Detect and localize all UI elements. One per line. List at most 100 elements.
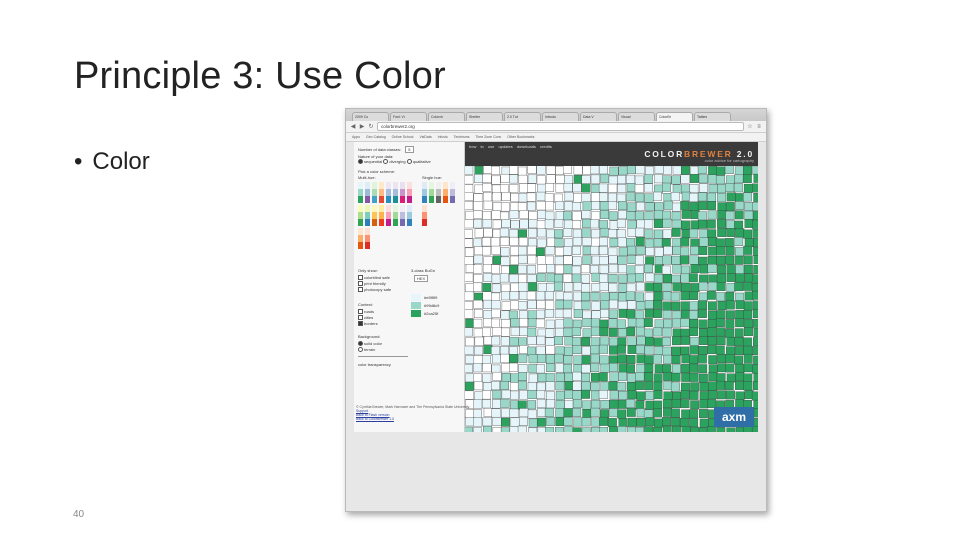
browser-tab[interactable]: Visual: [618, 112, 655, 121]
county-cell: [609, 345, 618, 355]
checkbox-label: cities: [364, 315, 374, 320]
county-cell: [734, 255, 744, 265]
bookmark-item[interactable]: Infovis: [438, 135, 448, 139]
county-cell: [698, 192, 707, 202]
county-cell: [581, 283, 591, 293]
county-cell: [500, 291, 510, 301]
county-cell: [635, 193, 645, 203]
radio-qualitative[interactable]: [406, 159, 412, 165]
county-cell: [662, 364, 672, 374]
county-cell: [608, 381, 618, 391]
radio[interactable]: [358, 341, 363, 347]
county-map[interactable]: [465, 166, 758, 432]
county-cell: [582, 237, 592, 246]
county-cell: [527, 327, 537, 337]
browser-tab[interactable]: Data V: [580, 112, 617, 121]
county-cell: [743, 310, 753, 319]
county-cell: [536, 166, 546, 175]
county-cell: [537, 373, 547, 383]
data-classes-label: Number of data classes:: [358, 147, 402, 152]
county-cell: [600, 292, 610, 302]
county-cell: [616, 319, 626, 329]
county-cell: [581, 228, 591, 238]
radio-diverging[interactable]: [383, 159, 389, 165]
bookmark-item[interactable]: VisData: [419, 135, 431, 139]
reload-icon[interactable]: ↻: [368, 123, 374, 130]
class-swatch-mid: [411, 302, 421, 309]
class-swatch-light: [411, 294, 421, 301]
menu-icon[interactable]: ≡: [756, 124, 762, 130]
county-cell: [644, 363, 654, 373]
browser-tab[interactable]: Colorch: [428, 112, 465, 121]
county-cell: [634, 310, 644, 320]
radio-label: terrain: [364, 347, 376, 352]
bookmark-item[interactable]: Online School: [392, 135, 414, 139]
county-cell: [725, 353, 735, 363]
top-nav[interactable]: how to use updates downloads credits: [469, 144, 552, 149]
browser-tab[interactable]: Fwd: Vi: [390, 112, 427, 121]
hex-value[interactable]: #e5f5f9: [424, 295, 437, 300]
browser-tab-active[interactable]: ColorBr: [656, 112, 693, 121]
bookmark-item[interactable]: Apps: [352, 135, 360, 139]
browser-tab[interactable]: 2009 Co: [352, 112, 389, 121]
county-cell: [518, 310, 528, 320]
hex-value[interactable]: #2ca25f: [424, 311, 438, 316]
checkbox[interactable]: [358, 309, 363, 315]
back-arrow-icon[interactable]: ◀: [350, 123, 356, 130]
county-cell: [616, 219, 626, 228]
browser-tab[interactable]: 2.0 Tut: [504, 112, 541, 121]
footer-link[interactable]: Back to ColorBrewer 1.0: [356, 417, 756, 421]
county-cell: [653, 291, 663, 301]
data-classes-row: Number of data classes: 5: [358, 146, 414, 153]
forward-arrow-icon[interactable]: ▶: [359, 123, 365, 130]
browser-tab[interactable]: Shelter: [466, 112, 503, 121]
county-cell: [735, 391, 745, 401]
county-cell: [634, 265, 644, 275]
county-cell: [491, 308, 501, 318]
county-cell: [671, 175, 681, 185]
county-cell: [716, 193, 726, 203]
county-cell: [715, 318, 725, 327]
transparency-slider[interactable]: [358, 356, 408, 357]
county-cell: [717, 218, 726, 228]
county-cell: [653, 337, 663, 347]
star-icon[interactable]: ☆: [747, 123, 753, 130]
data-classes-select[interactable]: 5: [405, 146, 414, 153]
radio-sequential[interactable]: [358, 159, 363, 165]
county-cell: [698, 300, 707, 310]
checkbox[interactable]: [358, 315, 363, 321]
singlehue-schemes[interactable]: [422, 182, 458, 226]
county-cell: [491, 300, 501, 310]
url-bar[interactable]: colorbrewer2.org: [377, 122, 744, 131]
bookmark-item[interactable]: Techrisms: [454, 135, 470, 139]
county-cell: [672, 245, 682, 255]
checkbox[interactable]: [358, 287, 363, 293]
county-cell: [662, 310, 672, 319]
checkbox[interactable]: [358, 275, 363, 281]
bookmark-item[interactable]: Time Zone Conv: [476, 135, 502, 139]
bookmark-item[interactable]: Other Bookmarks: [507, 135, 534, 139]
county-cell: [698, 246, 708, 256]
nature-options: sequential diverging qualitative: [358, 159, 431, 165]
multihue-schemes[interactable]: [358, 182, 418, 249]
browser-tab[interactable]: Introdu: [542, 112, 579, 121]
county-cell: [474, 391, 484, 401]
browser-tab[interactable]: Tables: [694, 112, 731, 121]
county-cell: [465, 355, 475, 364]
county-cell: [572, 371, 582, 381]
county-cell: [509, 210, 519, 219]
county-cell: [510, 382, 520, 392]
radio[interactable]: [358, 347, 363, 353]
bookmark-item[interactable]: Geo Catalog: [366, 135, 386, 139]
county-cell: [526, 192, 536, 202]
export-format-select[interactable]: HEX: [414, 275, 429, 282]
county-cell: [644, 328, 653, 338]
county-cell: [680, 166, 690, 175]
county-cell: [473, 274, 483, 284]
hex-value[interactable]: #99d8c9: [424, 303, 439, 308]
background-label: Background:: [358, 334, 381, 339]
county-cell: [653, 274, 663, 284]
checkbox[interactable]: [358, 281, 363, 287]
county-cell: [555, 372, 565, 382]
checkbox-checked[interactable]: [358, 321, 363, 327]
